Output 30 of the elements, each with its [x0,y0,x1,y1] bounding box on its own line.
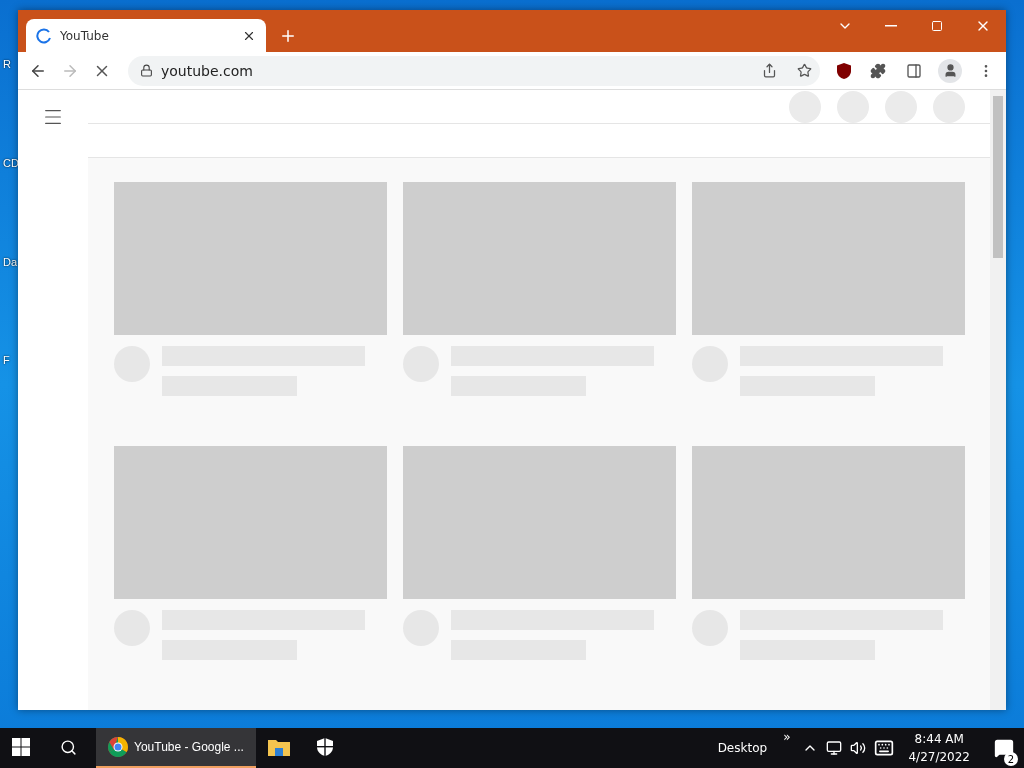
bookmark-star-icon[interactable] [797,63,812,78]
search-icon [60,738,77,756]
folder-icon [268,738,290,756]
lock-icon [140,64,153,77]
share-icon[interactable] [762,63,777,78]
desktop-icon-label[interactable]: R [3,58,11,70]
scrollbar[interactable] [990,90,1006,710]
side-panel-icon [906,62,922,79]
browser-tab[interactable]: YouTube [26,19,266,52]
desktop-toolbar-label[interactable]: Desktop [713,741,772,755]
windows-logo-icon [12,738,30,756]
plus-icon [279,27,297,45]
address-bar[interactable]: youtube.com [128,55,820,86]
keyboard-icon[interactable] [874,738,895,758]
toolbar-chevron[interactable]: » [779,730,795,744]
puzzle-icon [870,62,886,79]
browser-logo [108,737,128,757]
shield-extension-icon[interactable] [836,61,852,80]
person-icon [942,63,958,78]
clock[interactable]: 8:44 AM 4/27/2022 [902,730,976,766]
shield-icon [316,737,334,757]
desktop-icon-label[interactable]: Da [3,256,18,268]
maximize-icon [931,20,943,32]
profile-button[interactable] [938,58,962,83]
network-icon[interactable] [826,740,843,756]
volume-icon[interactable] [850,740,867,756]
desktop-icon-label[interactable]: CD [3,157,19,169]
notification-count: 2 [1004,752,1018,766]
minimize-icon [885,25,897,27]
taskbar-app[interactable]: YouTube - Google ... [96,728,256,768]
